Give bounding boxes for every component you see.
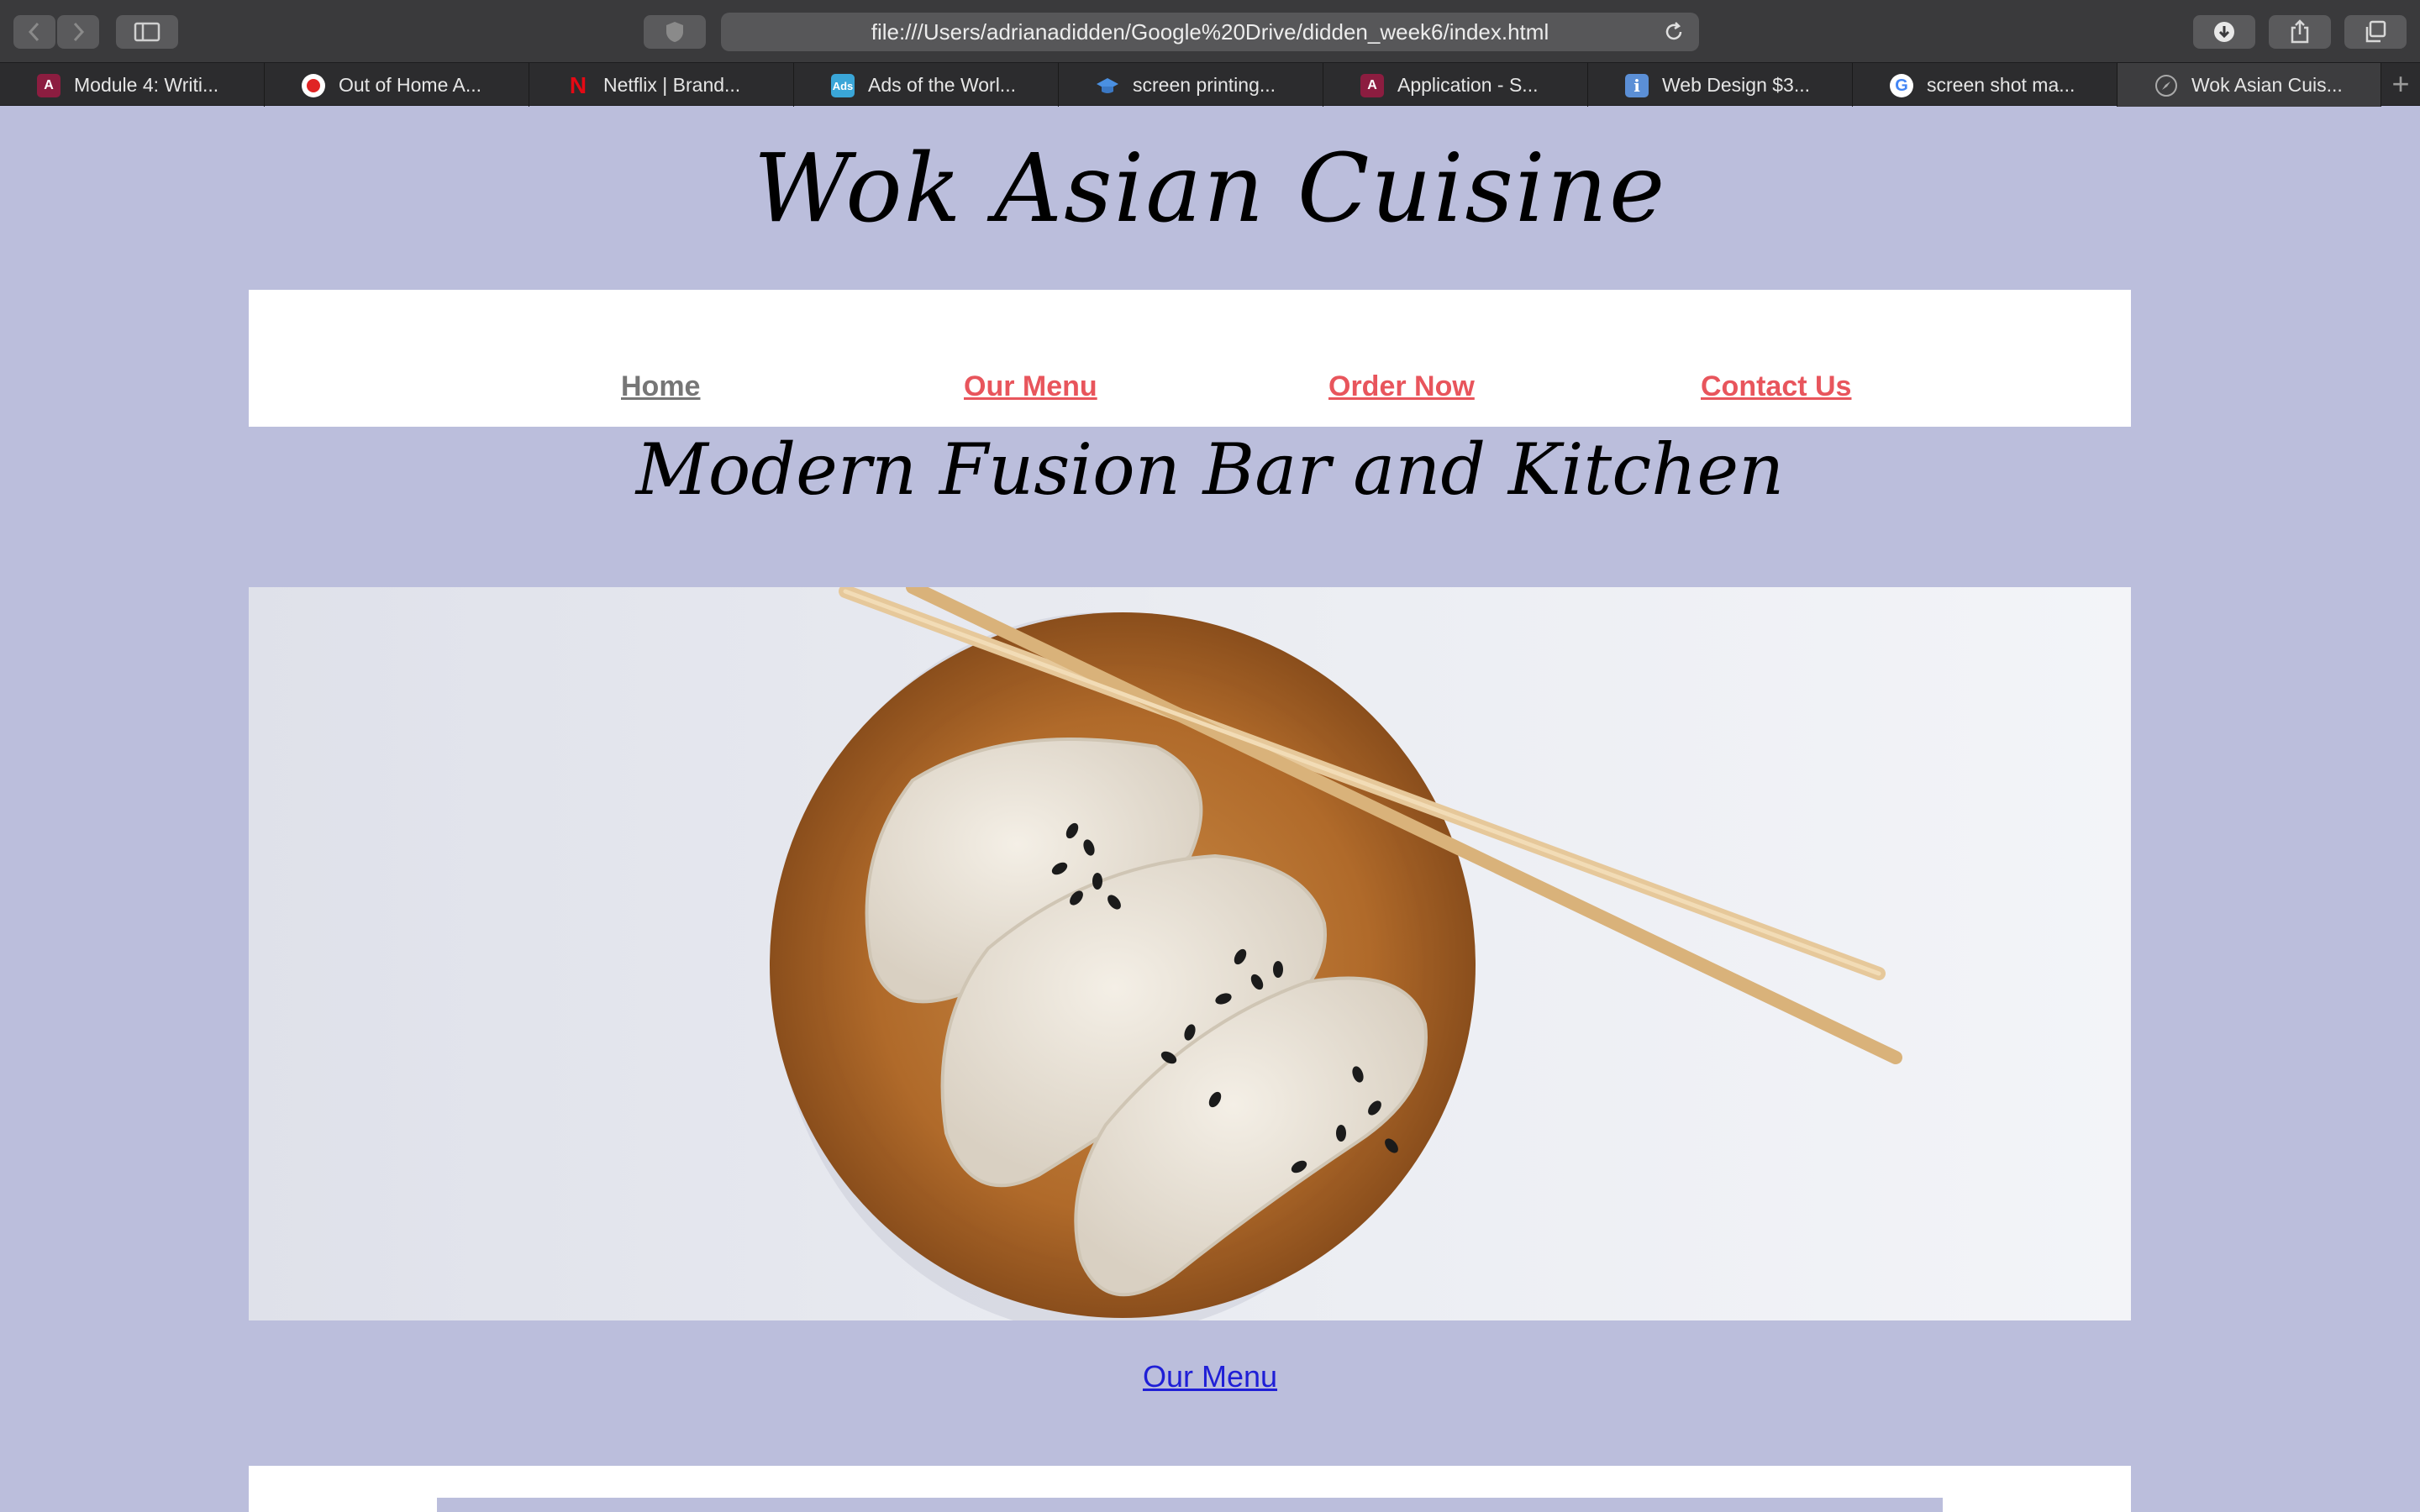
chevron-left-icon: [28, 22, 39, 42]
sidebar-button[interactable]: [116, 15, 178, 49]
tab-label: Ads of the Worl...: [868, 73, 1016, 96]
graduation-cap-icon: [1096, 74, 1119, 97]
back-button[interactable]: [13, 15, 55, 49]
ads-icon: Ads: [831, 74, 855, 97]
site-subtitle: Modern Fusion Bar and Kitchen: [635, 428, 1785, 511]
tab-label: Netflix | Brand...: [603, 73, 741, 96]
browser-tab[interactable]: N Netflix | Brand...: [529, 63, 794, 107]
new-tab-button[interactable]: +: [2381, 62, 2420, 106]
nav-contact-link[interactable]: Contact Us: [1701, 370, 1851, 403]
content-inner-panel: [437, 1498, 1943, 1512]
forward-button[interactable]: [57, 15, 99, 49]
tabs-icon: [2365, 20, 2386, 43]
browser-tab[interactable]: G screen shot ma...: [1853, 63, 2118, 107]
share-icon: [2291, 19, 2309, 44]
url-text: file:///Users/adrianadidden/Google%20Dri…: [871, 18, 1549, 45]
browser-tab[interactable]: Out of Home A...: [265, 63, 529, 107]
tab-label: Out of Home A...: [339, 73, 482, 96]
browser-toolbar: file:///Users/adrianadidden/Google%20Dri…: [0, 0, 2420, 62]
content-section: [249, 1466, 2131, 1512]
our-menu-link[interactable]: Our Menu: [0, 1359, 2420, 1394]
browser-tab[interactable]: i Web Design $3...: [1588, 63, 1853, 107]
site-title: Wok Asian Cuisine: [753, 134, 1667, 244]
browser-tab[interactable]: A Application - S...: [1323, 63, 1588, 107]
google-icon: G: [1890, 74, 1913, 97]
hero-image: [249, 587, 2131, 1320]
browser-tab[interactable]: screen printing...: [1059, 63, 1323, 107]
plus-icon: +: [2391, 66, 2410, 101]
browser-tab[interactable]: Ads Ads of the Worl...: [794, 63, 1059, 107]
shield-icon: [666, 22, 683, 42]
tab-label: Application - S...: [1397, 73, 1539, 96]
nav-home-link[interactable]: Home: [621, 370, 700, 403]
ooh-icon: [302, 74, 325, 97]
nav-order-link[interactable]: Order Now: [1328, 370, 1475, 403]
address-bar[interactable]: file:///Users/adrianadidden/Google%20Dri…: [721, 13, 1699, 51]
tab-label: Module 4: Writi...: [74, 73, 219, 96]
netflix-icon: N: [569, 72, 587, 98]
asu-icon: A: [1360, 74, 1384, 97]
tab-label: Web Design $3...: [1662, 73, 1811, 96]
info-icon: i: [1625, 74, 1649, 97]
share-button[interactable]: [2269, 15, 2331, 49]
download-icon: [2214, 22, 2234, 42]
dumplings-illustration: [770, 587, 1902, 1320]
chevron-right-icon: [73, 22, 85, 42]
browser-tab[interactable]: A Module 4: Writi...: [0, 63, 265, 107]
privacy-report-button[interactable]: [644, 15, 706, 49]
tab-bar: A Module 4: Writi... Out of Home A... N …: [0, 62, 2420, 107]
nav-bar: Home Our Menu Order Now Contact Us: [249, 290, 2131, 427]
compass-icon: [2154, 74, 2178, 97]
tab-label: screen printing...: [1133, 73, 1276, 96]
downloads-button[interactable]: [2193, 15, 2255, 49]
tab-label: Wok Asian Cuis...: [2191, 73, 2343, 96]
tab-overview-button[interactable]: [2344, 15, 2407, 49]
sidebar-icon: [134, 22, 160, 42]
tab-label: screen shot ma...: [1927, 73, 2075, 96]
reload-icon[interactable]: [1662, 20, 1686, 44]
browser-tab-active[interactable]: Wok Asian Cuis...: [2118, 63, 2381, 107]
asu-icon: A: [37, 74, 60, 97]
nav-menu-link[interactable]: Our Menu: [964, 370, 1097, 403]
